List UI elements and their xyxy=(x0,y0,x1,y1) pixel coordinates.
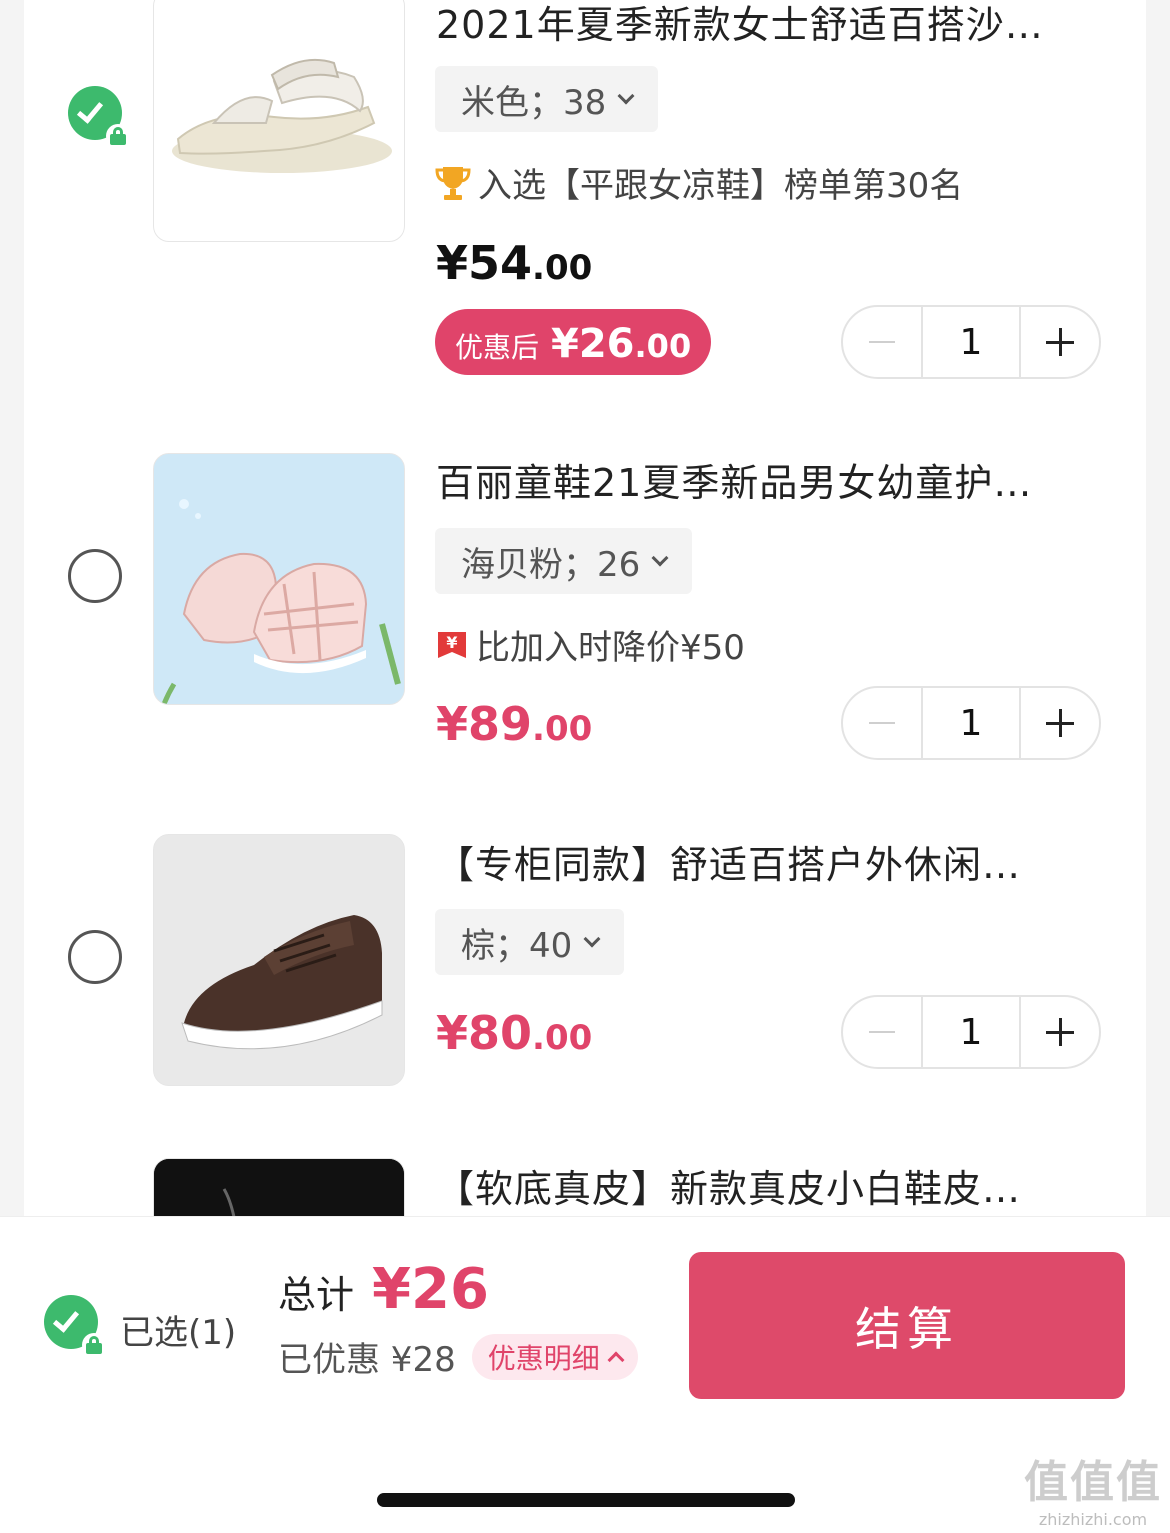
discount-integer: ¥26 xyxy=(551,321,635,367)
price-integer: ¥80 xyxy=(436,1006,533,1060)
sandal-image xyxy=(172,58,392,173)
item-1-spec-selector[interactable]: 米色；38 xyxy=(435,66,659,132)
item-3-thumbnail[interactable] xyxy=(153,834,405,1086)
price-decimal: .00 xyxy=(532,709,593,749)
total-row: 总计 ¥26 xyxy=(278,1257,489,1322)
price-decimal: .00 xyxy=(532,248,593,288)
home-indicator[interactable] xyxy=(377,1493,795,1507)
quantity-value[interactable]: 1 xyxy=(921,688,1021,758)
saved-row: 已优惠 ¥28 优惠明细 xyxy=(278,1332,638,1381)
quantity-value[interactable]: 1 xyxy=(921,997,1021,1067)
watermark-url: zhizhizhi.com xyxy=(1038,1510,1148,1529)
minus-button[interactable] xyxy=(843,307,921,377)
quantity-value[interactable]: 1 xyxy=(921,307,1021,377)
spec-text: 棕；40 xyxy=(461,925,573,966)
discount-detail-button[interactable]: 优惠明细 xyxy=(471,1333,638,1380)
discount-amount: ¥26.00 xyxy=(551,321,691,367)
item-1-title[interactable]: 2021年夏季新款女士舒适百搭沙… xyxy=(436,0,1096,49)
item-1-thumbnail[interactable] xyxy=(153,0,405,242)
chevron-up-icon xyxy=(607,1351,625,1368)
select-all-checkbox[interactable] xyxy=(44,1295,106,1357)
item-2-title[interactable]: 百丽童鞋21夏季新品男女幼童护… xyxy=(436,452,1096,507)
lock-icon xyxy=(106,124,130,148)
discount-detail-label: 优惠明细 xyxy=(487,1341,600,1375)
white-shoe-image xyxy=(154,1159,404,1216)
chevron-down-icon xyxy=(583,930,601,948)
checkout-bar: 已选(1) 总计 ¥26 已优惠 ¥28 优惠明细 结算 值值值 zhizhiz… xyxy=(0,1216,1170,1533)
item-2-quantity-stepper: 1 xyxy=(841,686,1101,760)
lock-icon xyxy=(82,1333,106,1357)
item-3-price: ¥80.00 xyxy=(436,1006,592,1060)
checkout-button[interactable]: 结算 xyxy=(689,1252,1125,1399)
item-3-spec-selector[interactable]: 棕；40 xyxy=(435,909,625,975)
tag-text: 比加入时降价¥50 xyxy=(476,628,745,668)
minus-button[interactable] xyxy=(843,997,921,1067)
plus-button[interactable] xyxy=(1021,307,1099,377)
item-1-price: ¥54.00 xyxy=(436,236,592,290)
total-label: 总计 xyxy=(278,1273,355,1317)
item-1-ranking-tag[interactable]: 入选【平跟女凉鞋】榜单第30名 xyxy=(434,158,963,207)
minus-button[interactable] xyxy=(843,688,921,758)
price-drop-icon: ¥ xyxy=(438,631,466,658)
selected-count[interactable]: 已选(1) xyxy=(120,1305,236,1354)
discount-label: 优惠后 xyxy=(455,331,540,364)
item-3-quantity-stepper: 1 xyxy=(841,995,1101,1069)
check-icon xyxy=(52,1305,80,1333)
item-4-thumbnail[interactable] xyxy=(153,1158,405,1216)
item-1-discount-badge: 优惠后 ¥26.00 xyxy=(435,309,712,375)
spec-text: 海贝粉；26 xyxy=(461,544,641,585)
item-2-price-drop-tag[interactable]: ¥ 比加入时降价¥50 xyxy=(434,620,745,669)
item-1-quantity-stepper: 1 xyxy=(841,305,1101,379)
chevron-down-icon xyxy=(651,549,669,567)
price-integer: ¥54 xyxy=(436,236,533,290)
plus-button[interactable] xyxy=(1021,997,1099,1067)
svg-text:¥: ¥ xyxy=(446,633,457,652)
watermark-logo: 值值值 xyxy=(1024,1457,1162,1508)
price-decimal: .00 xyxy=(532,1018,593,1058)
item-2-thumbnail[interactable] xyxy=(153,453,405,705)
item-2-price: ¥89.00 xyxy=(436,697,592,751)
kids-sandal-image xyxy=(154,454,404,704)
item-3-checkbox[interactable] xyxy=(68,930,122,984)
price-integer: ¥89 xyxy=(436,697,533,751)
watermark: 值值值 zhizhizhi.com xyxy=(1024,1446,1162,1529)
item-1-checkbox[interactable] xyxy=(68,86,130,148)
plus-button[interactable] xyxy=(1021,688,1099,758)
chevron-down-icon xyxy=(617,87,635,105)
saved-amount: 已优惠 ¥28 xyxy=(278,1340,456,1380)
brown-shoe-image xyxy=(154,835,404,1085)
discount-decimal: .00 xyxy=(634,327,692,365)
item-3-title[interactable]: 【专柜同款】舒适百搭户外休闲… xyxy=(436,834,1096,889)
item-2-checkbox[interactable] xyxy=(68,549,122,603)
total-value: ¥26 xyxy=(372,1257,489,1322)
tag-text: 入选【平跟女凉鞋】榜单第30名 xyxy=(478,166,964,206)
item-4-title[interactable]: 【软底真皮】新款真皮小白鞋皮… xyxy=(436,1158,1096,1213)
trophy-icon xyxy=(435,166,471,200)
item-2-spec-selector[interactable]: 海贝粉；26 xyxy=(435,528,693,594)
check-icon xyxy=(76,96,104,124)
spec-text: 米色；38 xyxy=(461,82,607,123)
